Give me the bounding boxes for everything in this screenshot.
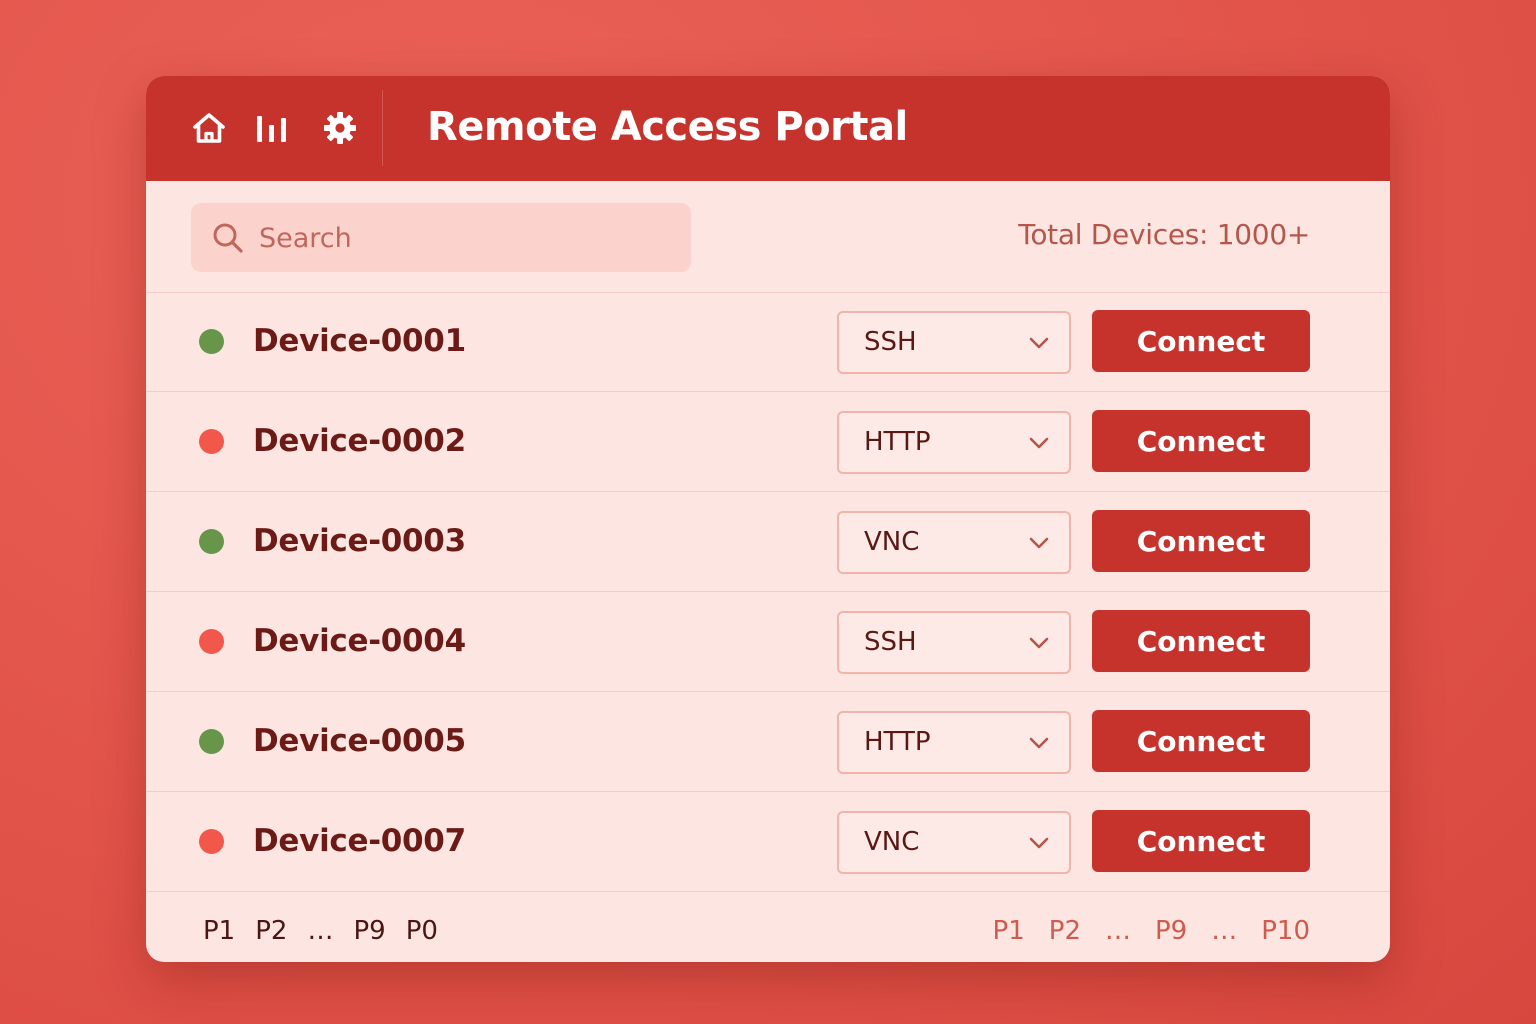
connect-button[interactable]: Connect bbox=[1092, 510, 1310, 572]
search-box[interactable] bbox=[191, 203, 691, 272]
page-link[interactable]: P0 bbox=[406, 916, 438, 946]
device-name: Device-0007 bbox=[253, 823, 466, 859]
bar-chart-icon[interactable] bbox=[252, 108, 292, 148]
status-dot bbox=[199, 629, 224, 654]
page-link[interactable]: P1 bbox=[203, 916, 235, 946]
chevron-down-icon bbox=[1029, 437, 1049, 449]
status-dot bbox=[199, 329, 224, 354]
total-devices-count: Total Devices: 1000+ bbox=[1018, 218, 1310, 251]
protocol-selected-value: SSH bbox=[864, 627, 917, 657]
search-input[interactable] bbox=[257, 215, 661, 261]
device-row: Device-0007 VNC Connect bbox=[146, 792, 1390, 892]
portal-window: Remote Access Portal Total Devices: 1000… bbox=[146, 76, 1390, 962]
chevron-down-icon bbox=[1029, 637, 1049, 649]
device-row: Device-0001 SSH Connect bbox=[146, 292, 1390, 392]
pagination-ellipsis: … bbox=[1105, 916, 1131, 946]
status-dot bbox=[199, 729, 224, 754]
page-link[interactable]: P9 bbox=[353, 916, 385, 946]
header-bar: Remote Access Portal bbox=[146, 76, 1390, 181]
connect-button[interactable]: Connect bbox=[1092, 710, 1310, 772]
device-list: Device-0001 SSH Connect Device-0002 HTTP Conn… bbox=[146, 292, 1390, 892]
protocol-select[interactable]: HTTP bbox=[837, 411, 1071, 474]
search-icon bbox=[213, 223, 243, 253]
protocol-selected-value: VNC bbox=[864, 527, 920, 557]
page-link[interactable]: P9 bbox=[1155, 916, 1187, 946]
pagination-ellipsis: … bbox=[1211, 916, 1238, 946]
device-row: Device-0003 VNC Connect bbox=[146, 492, 1390, 592]
device-name: Device-0003 bbox=[253, 523, 466, 559]
protocol-selected-value: VNC bbox=[864, 827, 920, 857]
device-name: Device-0001 bbox=[253, 323, 466, 359]
device-row: Device-0005 HTTP Connect bbox=[146, 692, 1390, 792]
chevron-down-icon bbox=[1029, 737, 1049, 749]
page-link[interactable]: P2 bbox=[1049, 916, 1081, 946]
protocol-selected-value: HTTP bbox=[864, 727, 931, 757]
connect-button[interactable]: Connect bbox=[1092, 610, 1310, 672]
pagination-left: P1 P2 … P9 P0 bbox=[203, 916, 458, 946]
protocol-select[interactable]: SSH bbox=[837, 611, 1071, 674]
pagination-right: P1 P2 … P9 … P10 bbox=[969, 916, 1310, 946]
protocol-select[interactable]: VNC bbox=[837, 511, 1071, 574]
device-row: Device-0004 SSH Connect bbox=[146, 592, 1390, 692]
connect-button[interactable]: Connect bbox=[1092, 410, 1310, 472]
status-dot bbox=[199, 429, 224, 454]
status-dot bbox=[199, 829, 224, 854]
chevron-down-icon bbox=[1029, 537, 1049, 549]
toolbar: Total Devices: 1000+ bbox=[146, 181, 1390, 293]
header-divider bbox=[382, 90, 383, 166]
page-link[interactable]: P2 bbox=[255, 916, 287, 946]
chevron-down-icon bbox=[1029, 837, 1049, 849]
status-dot bbox=[199, 529, 224, 554]
device-row: Device-0002 HTTP Connect bbox=[146, 392, 1390, 492]
home-icon[interactable] bbox=[189, 108, 229, 148]
connect-button[interactable]: Connect bbox=[1092, 310, 1310, 372]
device-name: Device-0002 bbox=[253, 423, 466, 459]
page-link[interactable]: P10 bbox=[1261, 916, 1310, 946]
gear-icon[interactable] bbox=[320, 108, 360, 148]
protocol-select[interactable]: VNC bbox=[837, 811, 1071, 874]
protocol-select[interactable]: SSH bbox=[837, 311, 1071, 374]
protocol-select[interactable]: HTTP bbox=[837, 711, 1071, 774]
page-title: Remote Access Portal bbox=[427, 104, 908, 150]
pagination-bar: P1 P2 … P9 P0 P1 P2 … P9 … P10 bbox=[146, 898, 1390, 962]
device-name: Device-0004 bbox=[253, 623, 466, 659]
protocol-selected-value: SSH bbox=[864, 327, 917, 357]
connect-button[interactable]: Connect bbox=[1092, 810, 1310, 872]
chevron-down-icon bbox=[1029, 337, 1049, 349]
protocol-selected-value: HTTP bbox=[864, 427, 931, 457]
pagination-ellipsis: … bbox=[307, 916, 334, 946]
page-link[interactable]: P1 bbox=[993, 916, 1025, 946]
device-name: Device-0005 bbox=[253, 723, 466, 759]
